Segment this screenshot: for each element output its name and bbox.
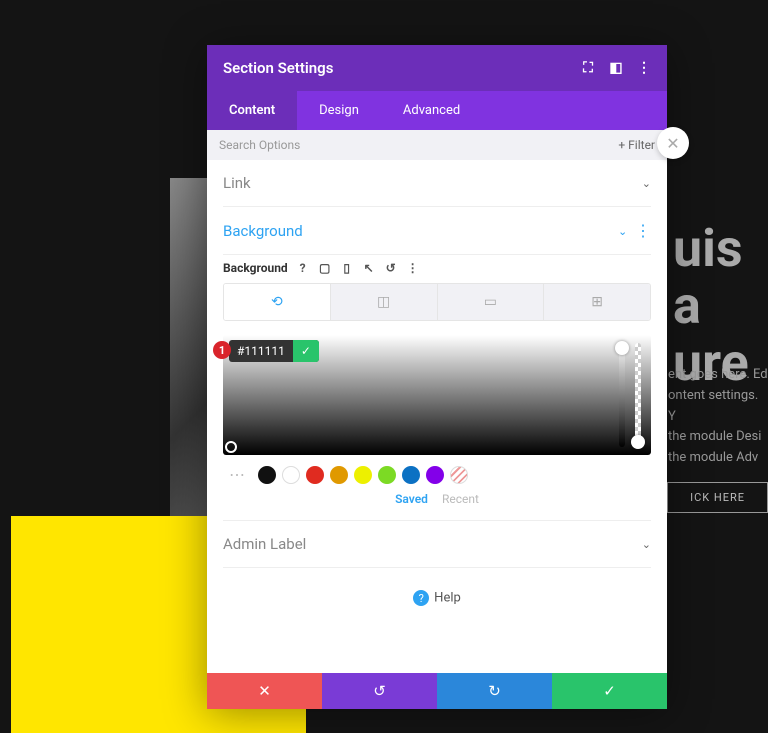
bg-tab-gradient[interactable]: ◫ (331, 284, 438, 320)
swatch-more-icon[interactable]: ⋯ (223, 465, 252, 484)
redo-button[interactable]: ↻ (437, 673, 552, 709)
tab-content[interactable]: Content (207, 91, 297, 130)
modal-footer: ✕ ↺ ↻ ✓ (207, 673, 667, 709)
hero-cta-button[interactable]: ICK HERE (667, 482, 768, 513)
hover-icon[interactable]: ↖ (362, 261, 376, 275)
section-settings-modal: Section Settings ⛶ ◧ ⋮ Content Design Ad… (207, 45, 667, 709)
swatch-blue[interactable] (402, 466, 420, 484)
swatch-orange[interactable] (330, 466, 348, 484)
discard-button[interactable]: ✕ (207, 673, 322, 709)
hex-input[interactable]: #111111 (229, 340, 293, 362)
hero-paragraph: ent goes here. Ed ontent settings. Y the… (668, 365, 768, 469)
chevron-down-icon: ⌄ (642, 538, 651, 551)
swatch-tab-saved[interactable]: Saved (395, 492, 428, 506)
alpha-slider[interactable] (635, 343, 641, 447)
filter-button[interactable]: + Filter (618, 138, 655, 152)
phone-icon[interactable]: ▯ (340, 261, 354, 275)
section-background[interactable]: Background ⌃ ⋮ (223, 207, 651, 255)
help-icon[interactable]: ? (296, 261, 310, 275)
reset-icon[interactable]: ↺ (384, 261, 398, 275)
swatch-tabs: Saved Recent (223, 492, 651, 506)
swatch-green[interactable] (378, 466, 396, 484)
background-panel: Background ? ▢ ▯ ↖ ↺ ⋮ ⟲ ◫ ▭ ⊞ 1 #111111… (223, 255, 651, 521)
modal-tabs: Content Design Advanced (207, 91, 667, 130)
chevron-down-icon: ⌄ (642, 177, 651, 190)
picker-handle[interactable] (225, 441, 237, 453)
search-bar: Search Options + Filter (207, 130, 667, 160)
tab-advanced[interactable]: Advanced (381, 91, 482, 130)
hex-confirm-button[interactable]: ✓ (293, 340, 319, 362)
section-admin-label[interactable]: Admin Label ⌄ (223, 521, 651, 568)
background-type-tabs: ⟲ ◫ ▭ ⊞ (223, 283, 651, 321)
section-link[interactable]: Link ⌄ (223, 160, 651, 207)
swatch-row: ⋯ (223, 465, 651, 484)
lightness-slider[interactable] (619, 343, 625, 447)
step-marker: 1 (213, 341, 231, 359)
tablet-icon[interactable]: ▢ (318, 261, 332, 275)
undo-button[interactable]: ↺ (322, 673, 437, 709)
snap-icon[interactable]: ◧ (609, 61, 623, 75)
swatch-black[interactable] (258, 466, 276, 484)
options-icon[interactable]: ⋮ (406, 261, 420, 275)
swatch-white[interactable] (282, 466, 300, 484)
expand-icon[interactable]: ⛶ (581, 61, 595, 75)
help-row[interactable]: ?Help (223, 568, 651, 628)
chevron-up-icon: ⌃ (618, 224, 627, 237)
hex-input-bubble: #111111 ✓ (229, 340, 319, 362)
swatch-yellow[interactable] (354, 466, 372, 484)
close-icon[interactable]: ✕ (657, 127, 689, 159)
help-badge-icon: ? (413, 590, 429, 606)
color-picker[interactable]: 1 #111111 ✓ (223, 335, 651, 455)
bg-tab-video[interactable]: ⊞ (544, 284, 650, 320)
tab-design[interactable]: Design (297, 91, 381, 130)
swatch-clear[interactable] (450, 466, 468, 484)
menu-icon[interactable]: ⋮ (637, 61, 651, 75)
search-input[interactable]: Search Options (219, 138, 300, 152)
bg-tab-color[interactable]: ⟲ (224, 284, 331, 320)
swatch-red[interactable] (306, 466, 324, 484)
save-button[interactable]: ✓ (552, 673, 667, 709)
modal-title: Section Settings (223, 59, 333, 77)
section-menu-icon[interactable]: ⋮ (635, 221, 651, 240)
bg-tab-image[interactable]: ▭ (438, 284, 545, 320)
modal-titlebar: Section Settings ⛶ ◧ ⋮ (207, 45, 667, 91)
background-label: Background (223, 261, 288, 275)
swatch-tab-recent[interactable]: Recent (442, 492, 479, 506)
swatch-violet[interactable] (426, 466, 444, 484)
